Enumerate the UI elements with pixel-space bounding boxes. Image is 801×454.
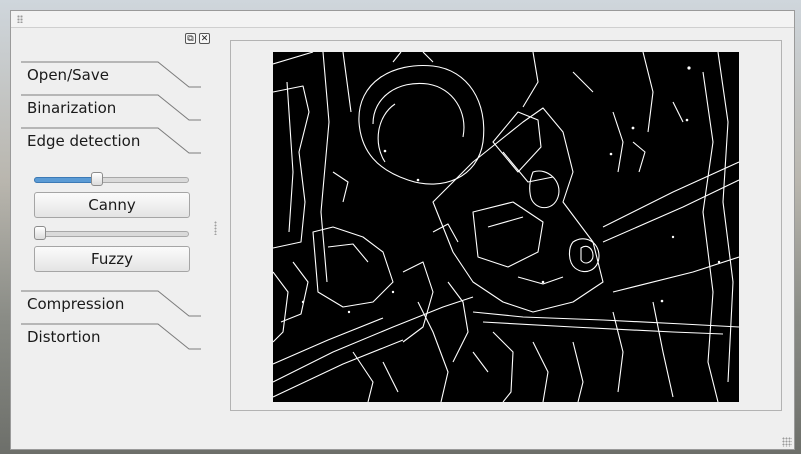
- toolbox-tab-compression[interactable]: Compression: [21, 290, 211, 323]
- app-window: ⧉ ✕ Open/Save Binarization Edge detectio…: [10, 10, 795, 450]
- toolbox-tab-edge-detection[interactable]: Edge detection: [21, 127, 211, 160]
- resize-grip-icon[interactable]: [782, 437, 792, 447]
- toolbox-tab-open-save[interactable]: Open/Save: [21, 61, 211, 94]
- drag-grip-icon[interactable]: [17, 15, 23, 23]
- canny-threshold-slider[interactable]: [34, 172, 189, 188]
- float-icon[interactable]: ⧉: [185, 33, 196, 44]
- toolbox-tab-distortion[interactable]: Distortion: [21, 323, 211, 356]
- fuzzy-threshold-slider[interactable]: [34, 226, 189, 242]
- edge-detection-result: [273, 52, 739, 402]
- title-bar[interactable]: [11, 11, 794, 28]
- fuzzy-button[interactable]: Fuzzy: [34, 246, 190, 272]
- edge-image: [273, 52, 739, 402]
- slider-handle[interactable]: [34, 226, 46, 240]
- toolbox-tab-label: Edge detection: [27, 132, 141, 150]
- splitter-handle[interactable]: [214, 221, 217, 235]
- toolbox-tab-binarization[interactable]: Binarization: [21, 94, 211, 127]
- slider-groove: [34, 231, 189, 237]
- close-icon[interactable]: ✕: [199, 33, 210, 44]
- slider-fill: [34, 177, 99, 183]
- toolbox-tab-label: Distortion: [27, 328, 101, 346]
- toolbox-tab-label: Open/Save: [27, 66, 109, 84]
- slider-handle[interactable]: [91, 172, 103, 186]
- toolbox-tab-label: Binarization: [27, 99, 117, 117]
- canny-button[interactable]: Canny: [34, 192, 190, 218]
- image-view[interactable]: [230, 40, 782, 411]
- toolbox-tab-label: Compression: [27, 295, 125, 313]
